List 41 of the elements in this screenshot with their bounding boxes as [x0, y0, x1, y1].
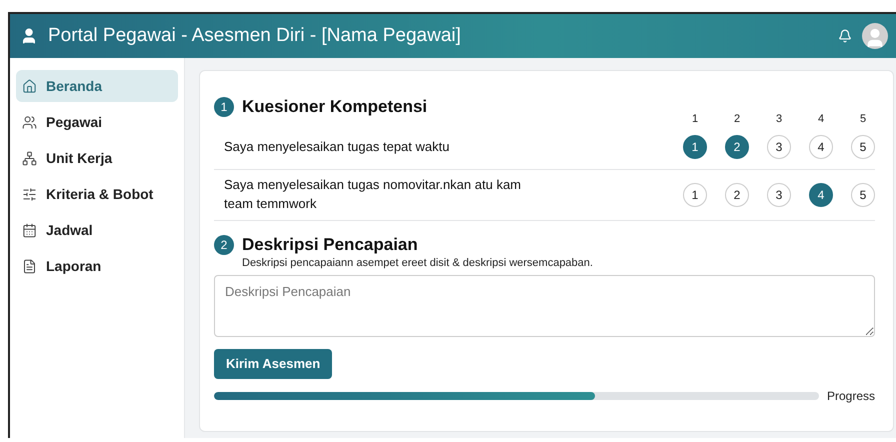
- progress-label: Progress: [826, 388, 875, 403]
- rating-option[interactable]: 4: [809, 182, 833, 207]
- scale-label: 2: [732, 113, 742, 125]
- rating-option[interactable]: 1: [683, 182, 707, 207]
- section-title: Kuesioner Kompetensi: [242, 97, 428, 117]
- rating-option[interactable]: 3: [767, 182, 791, 207]
- avatar-icon[interactable]: [862, 23, 888, 49]
- calendar-icon: [22, 222, 37, 238]
- scale-label: 1: [690, 113, 700, 125]
- rating-option[interactable]: 3: [767, 135, 791, 159]
- scale-label: 3: [774, 113, 784, 125]
- section-title: Deskripsi Pencapaian: [242, 234, 418, 255]
- sliders-icon: [22, 186, 37, 202]
- rating-option[interactable]: 5: [851, 182, 875, 207]
- step-number: 1: [214, 97, 234, 117]
- home-icon: [22, 78, 37, 94]
- document-icon: [22, 258, 37, 274]
- notification-icon[interactable]: [838, 29, 852, 43]
- submit-button[interactable]: Kirim Asesmen: [214, 348, 332, 379]
- sidebar-item[interactable]: Pegawai: [16, 106, 178, 138]
- rating-option[interactable]: 2: [725, 135, 749, 159]
- rating-option[interactable]: 4: [809, 135, 833, 159]
- step-number: 2: [214, 234, 234, 255]
- scale-label: 5: [858, 113, 868, 125]
- sidebar-item[interactable]: Jadwal: [16, 214, 178, 246]
- scale-label: 4: [816, 113, 826, 125]
- question-text: Saya menyelesaikan tugas nomovitar.nkan atu kam team temmwork: [224, 176, 522, 213]
- sidebar-item[interactable]: Beranda: [16, 70, 178, 102]
- question-text: Saya menyelesaikan tugas tepat waktu: [224, 138, 450, 156]
- users-icon: [22, 114, 37, 130]
- section-hint: Deskripsi pencapaiann asempet ereet disit & deskripsi wersemcapaban.: [242, 256, 594, 269]
- rating-option[interactable]: 5: [851, 135, 875, 159]
- hierarchy-icon: [22, 150, 37, 166]
- rating-option[interactable]: 2: [725, 182, 749, 207]
- sidebar-item[interactable]: Kriteria & Bobot: [16, 178, 178, 210]
- sidebar-item[interactable]: Unit Kerja: [16, 142, 178, 174]
- description-field[interactable]: Deskripsi Pencapaian: [214, 274, 875, 337]
- rating-option[interactable]: 1: [683, 135, 707, 159]
- window-title: Portal Pegawai - Asesmen Diri - [Nama Pegawai]: [48, 25, 462, 47]
- user-icon: [20, 27, 38, 45]
- sidebar-item[interactable]: Laporan: [16, 250, 178, 282]
